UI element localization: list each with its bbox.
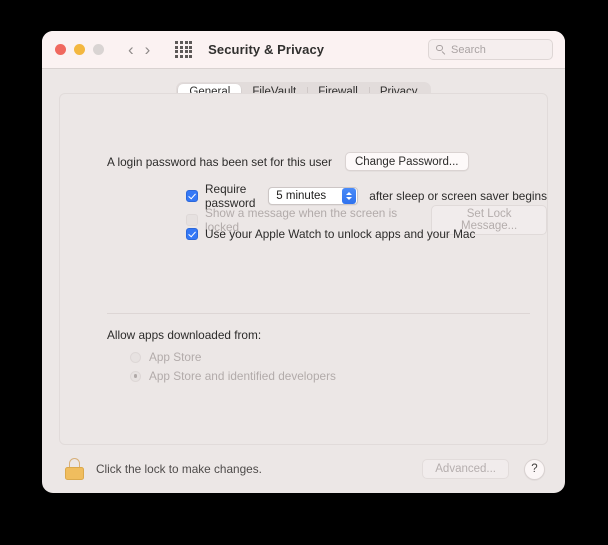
padlock-body xyxy=(65,467,84,480)
window-bottom-bar: Click the lock to make changes. Advanced… xyxy=(42,445,565,493)
stepper-up-arrow-icon xyxy=(346,192,353,195)
zoom-window-button xyxy=(93,44,104,55)
window-traffic-lights xyxy=(55,44,104,55)
minimize-window-button[interactable] xyxy=(74,44,85,55)
close-window-button[interactable] xyxy=(55,44,66,55)
show-all-grid-icon[interactable] xyxy=(175,41,193,58)
window-titlebar: ‹ › Security & Privacy xyxy=(42,31,565,69)
identified-developers-radio xyxy=(130,370,141,382)
help-button[interactable]: ? xyxy=(524,458,545,480)
search-icon xyxy=(436,44,446,55)
general-settings-panel: A login password has been set for this u… xyxy=(59,93,548,445)
show-lock-message-checkbox xyxy=(186,214,198,226)
after-sleep-label: after sleep or screen saver begins xyxy=(369,189,547,203)
page-title: Security & Privacy xyxy=(208,42,325,57)
lock-hint-text: Click the lock to make changes. xyxy=(96,462,262,476)
apple-watch-unlock-label: Use your Apple Watch to unlock apps and … xyxy=(205,227,476,241)
navigation-arrows: ‹ › xyxy=(128,41,150,58)
apple-watch-unlock-checkbox[interactable] xyxy=(186,228,198,240)
require-password-checkbox[interactable] xyxy=(186,190,198,202)
stepper-updown-icon[interactable] xyxy=(342,188,357,204)
search-input[interactable] xyxy=(451,43,541,56)
login-password-row: A login password has been set for this u… xyxy=(107,152,469,171)
sleep-delay-popup-button[interactable]: 5 minutes xyxy=(268,187,359,205)
search-field[interactable] xyxy=(428,39,553,60)
forward-chevron-icon[interactable]: › xyxy=(145,41,151,58)
stepper-down-arrow-icon xyxy=(346,197,353,200)
sleep-delay-value: 5 minutes xyxy=(276,190,327,202)
login-password-status-text: A login password has been set for this u… xyxy=(107,154,332,169)
back-chevron-icon[interactable]: ‹ xyxy=(128,41,134,58)
advanced-button: Advanced... xyxy=(422,459,509,479)
section-divider xyxy=(107,313,530,314)
allow-apps-option-app-store: App Store xyxy=(130,350,201,364)
app-store-radio xyxy=(130,351,141,363)
apple-watch-unlock-row: Use your Apple Watch to unlock apps and … xyxy=(186,227,475,241)
closed-padlock-icon[interactable] xyxy=(65,458,84,480)
system-preferences-window: ‹ › Security & Privacy General FileVault… xyxy=(42,31,565,493)
allow-apps-option-identified-developers: App Store and identified developers xyxy=(130,369,336,383)
identified-developers-radio-label: App Store and identified developers xyxy=(149,369,336,383)
allow-apps-heading: Allow apps downloaded from: xyxy=(107,328,262,342)
app-store-radio-label: App Store xyxy=(149,350,202,364)
change-password-button[interactable]: Change Password... xyxy=(344,152,469,171)
